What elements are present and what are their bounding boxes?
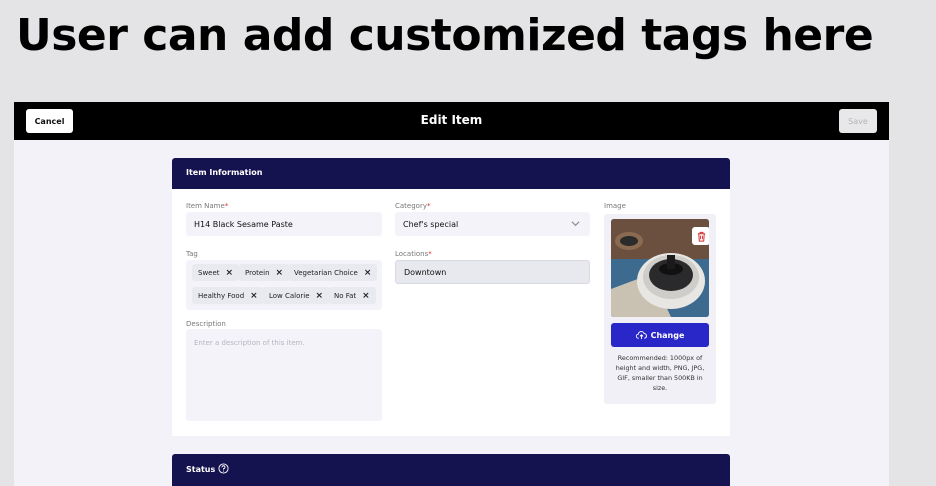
category-label-text: Category	[395, 202, 427, 210]
description-label: Description	[186, 320, 226, 328]
question-circle-icon[interactable]	[218, 463, 229, 474]
status-section-header: Status	[172, 454, 730, 486]
tag-chip: Sweet ×	[192, 264, 240, 281]
tag-chip: Vegetarian Choice ×	[288, 264, 378, 281]
tag-label-text: Healthy Food	[198, 291, 245, 300]
tag-chip: Low Calorie ×	[263, 287, 330, 304]
tag-label-text: Protein	[245, 268, 270, 277]
item-photo	[611, 219, 709, 317]
locations-field[interactable]: Downtown	[395, 260, 590, 284]
delete-image-button[interactable]	[692, 227, 709, 245]
page-title: Edit Item	[420, 113, 483, 127]
close-icon[interactable]: ×	[226, 268, 234, 278]
save-button[interactable]: Save	[839, 109, 877, 133]
required-marker: *	[224, 202, 229, 210]
tag-chip: Protein ×	[239, 264, 290, 281]
image-label: Image	[604, 202, 626, 210]
close-icon[interactable]: ×	[250, 291, 258, 301]
tag-label-text: Low Calorie	[269, 291, 310, 300]
change-label: Change	[650, 330, 685, 340]
annotation-caption: User can add customized tags here	[16, 10, 874, 61]
chevron-down-icon	[571, 221, 580, 227]
image-recommendation: Recommended: 1000px of height and width,…	[615, 354, 705, 392]
description-field[interactable]	[186, 329, 382, 421]
top-bar: Cancel Edit Item Save	[14, 102, 889, 140]
section-title: Item Information	[186, 168, 263, 177]
category-select[interactable]: Chef's special	[395, 212, 590, 236]
status-title: Status	[186, 465, 216, 474]
edit-item-window: Cancel Edit Item Save Item Information I…	[14, 102, 889, 486]
image-panel: Change Recommended: 1000px of height and…	[604, 214, 716, 404]
tag-label-text: Sweet	[198, 268, 220, 277]
item-name-value: H14 Black Sesame Paste	[194, 219, 293, 229]
cloud-upload-icon	[635, 331, 647, 340]
tag-label-text: No Fat	[334, 291, 357, 300]
locations-label: Locations*	[395, 250, 432, 258]
locations-label-text: Locations	[395, 250, 429, 258]
item-information-header: Item Information	[172, 158, 730, 189]
locations-value: Downtown	[404, 267, 447, 277]
close-icon[interactable]: ×	[362, 291, 370, 301]
tag-label: Tag	[186, 250, 198, 258]
item-name-label-text: Item Name	[186, 202, 225, 210]
required-marker: *	[428, 250, 432, 258]
close-icon[interactable]: ×	[276, 268, 284, 278]
tag-input[interactable]: Sweet × Protein × Vegetarian Choice × Healt…	[186, 260, 382, 310]
change-image-button[interactable]: Change	[611, 323, 709, 347]
tag-chip: Healthy Food ×	[192, 287, 264, 304]
close-icon[interactable]: ×	[316, 291, 324, 301]
trash-icon	[697, 231, 705, 242]
required-marker: *	[426, 202, 431, 210]
tag-label-text: Vegetarian Choice	[294, 268, 358, 277]
tag-chip: No Fat ×	[328, 287, 376, 304]
close-icon[interactable]: ×	[364, 268, 372, 278]
item-information-card: Item Information Item Name* H14 Black Se…	[172, 158, 730, 436]
category-value: Chef's special	[403, 219, 459, 229]
category-label: Category*	[395, 202, 430, 210]
item-name-label: Item Name*	[186, 202, 228, 210]
item-name-field[interactable]: H14 Black Sesame Paste	[186, 212, 382, 236]
